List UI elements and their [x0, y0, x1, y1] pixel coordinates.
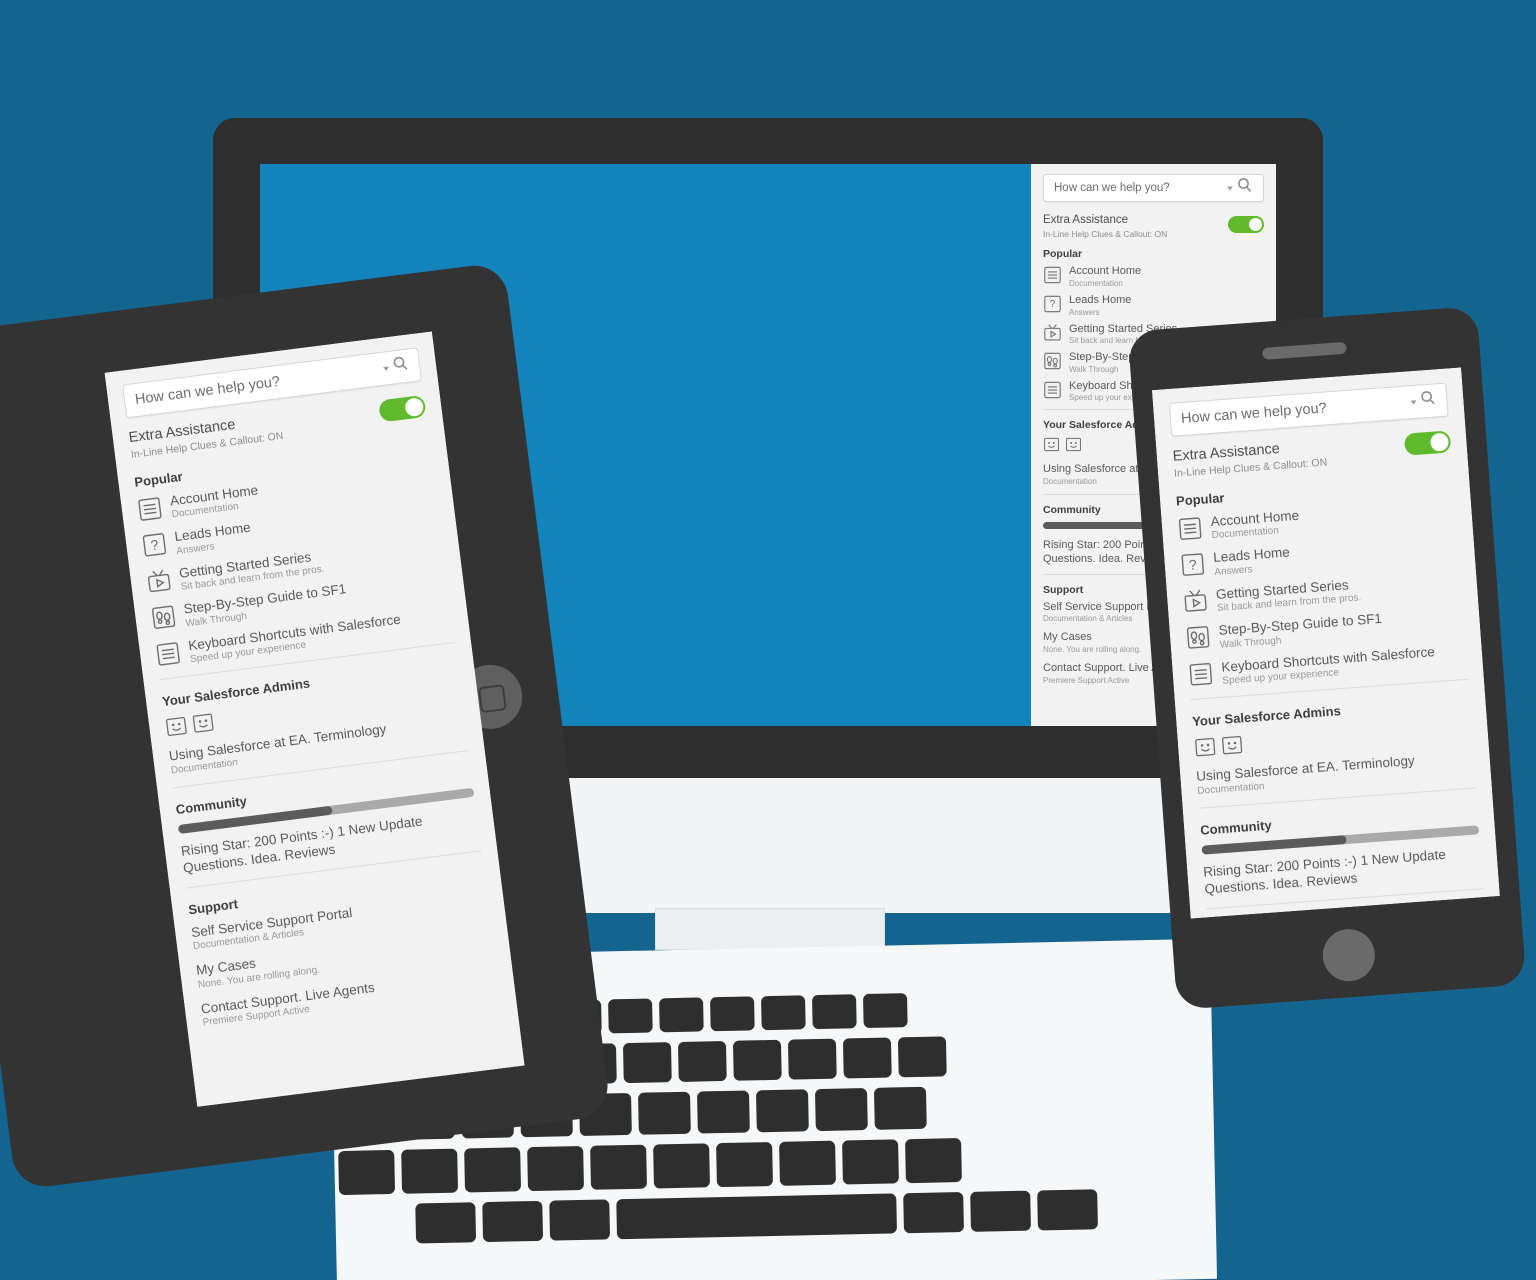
extra-assistance-row: Extra Assistance In-Line Help Clues & Ca… — [1172, 428, 1452, 479]
search-placeholder: How can we help you? — [134, 373, 281, 409]
smiley-face-icon[interactable] — [164, 714, 189, 739]
extra-assistance-toggle[interactable] — [1228, 216, 1264, 233]
magnifier-icon[interactable] — [1420, 390, 1437, 412]
footsteps-icon — [1185, 624, 1211, 652]
magnifier-icon[interactable] — [1237, 178, 1253, 199]
search-input[interactable]: How can we help you? — [1168, 382, 1449, 437]
smiley-face-icon[interactable] — [1043, 436, 1060, 453]
document-lines-icon — [1043, 265, 1062, 285]
list-item-subtitle: Answers — [1069, 307, 1100, 317]
phone-screen[interactable]: How can we help you? Extra Assistance In… — [1151, 367, 1500, 919]
smiley-face-icon[interactable] — [1220, 734, 1244, 758]
question-mark-icon: ? — [141, 531, 168, 560]
document-lines-icon — [1043, 380, 1062, 400]
tv-play-icon — [146, 567, 173, 596]
smiley-face-icon[interactable] — [191, 711, 216, 736]
extra-assistance-row: Extra Assistance In-Line Help Clues & Ca… — [1043, 214, 1264, 239]
chevron-down-icon[interactable] — [1227, 186, 1233, 190]
search-input[interactable]: How can we help you? — [1043, 174, 1264, 202]
section-heading-popular: Popular — [1043, 248, 1083, 261]
extra-assistance-title: Extra Assistance — [1043, 214, 1129, 226]
list-item[interactable]: ? Leads Home Answers — [1043, 294, 1264, 317]
document-lines-icon — [1177, 515, 1203, 543]
tablet-device: How can we help you? Extra Assistance In… — [0, 261, 612, 1191]
search-placeholder: How can we help you? — [1054, 182, 1170, 194]
svg-text:?: ? — [1050, 299, 1056, 310]
extra-assistance-subtitle: In-Line Help Clues & Callout: ON — [1043, 229, 1168, 240]
list-item-title: Leads Home — [1069, 293, 1132, 306]
tv-play-icon — [1183, 587, 1209, 615]
list-item-subtitle: Documentation — [1069, 278, 1123, 288]
search-icons[interactable] — [382, 355, 410, 379]
phone-device: How can we help you? Extra Assistance In… — [1127, 306, 1527, 1010]
question-mark-icon: ? — [1180, 551, 1206, 579]
search-icons[interactable] — [1227, 178, 1253, 199]
popular-list: Account Home Documentation ? Leads Home An… — [136, 460, 453, 670]
search-icons[interactable] — [1410, 390, 1437, 413]
svg-text:?: ? — [150, 537, 160, 554]
scene: How can we help you? Extra Assistance In… — [0, 0, 1536, 1280]
search-placeholder: How can we help you? — [1180, 400, 1328, 428]
chevron-down-icon[interactable] — [382, 366, 390, 371]
list-item-title: Account Home — [1069, 265, 1142, 278]
tv-play-icon — [1043, 323, 1062, 343]
document-lines-icon — [136, 494, 163, 523]
document-lines-icon — [155, 639, 182, 668]
magnifier-icon[interactable] — [392, 355, 411, 378]
footsteps-icon — [1043, 351, 1062, 371]
list-item[interactable]: Account Home Documentation — [1043, 265, 1264, 288]
document-lines-icon — [1188, 660, 1214, 688]
extra-assistance-toggle[interactable] — [1403, 430, 1452, 456]
monitor-stand — [655, 908, 885, 950]
popular-list: Account Home Documentation ? Leads Home An… — [1177, 496, 1467, 689]
footsteps-icon — [150, 603, 177, 632]
smiley-face-icon[interactable] — [1193, 736, 1217, 760]
chevron-down-icon[interactable] — [1410, 399, 1417, 405]
extra-assistance-toggle[interactable] — [378, 394, 427, 423]
help-panel: How can we help you? Extra Assistance In… — [1151, 367, 1500, 919]
question-mark-icon: ? — [1043, 294, 1062, 314]
smiley-face-icon[interactable] — [1065, 436, 1082, 453]
svg-text:?: ? — [1188, 556, 1197, 573]
